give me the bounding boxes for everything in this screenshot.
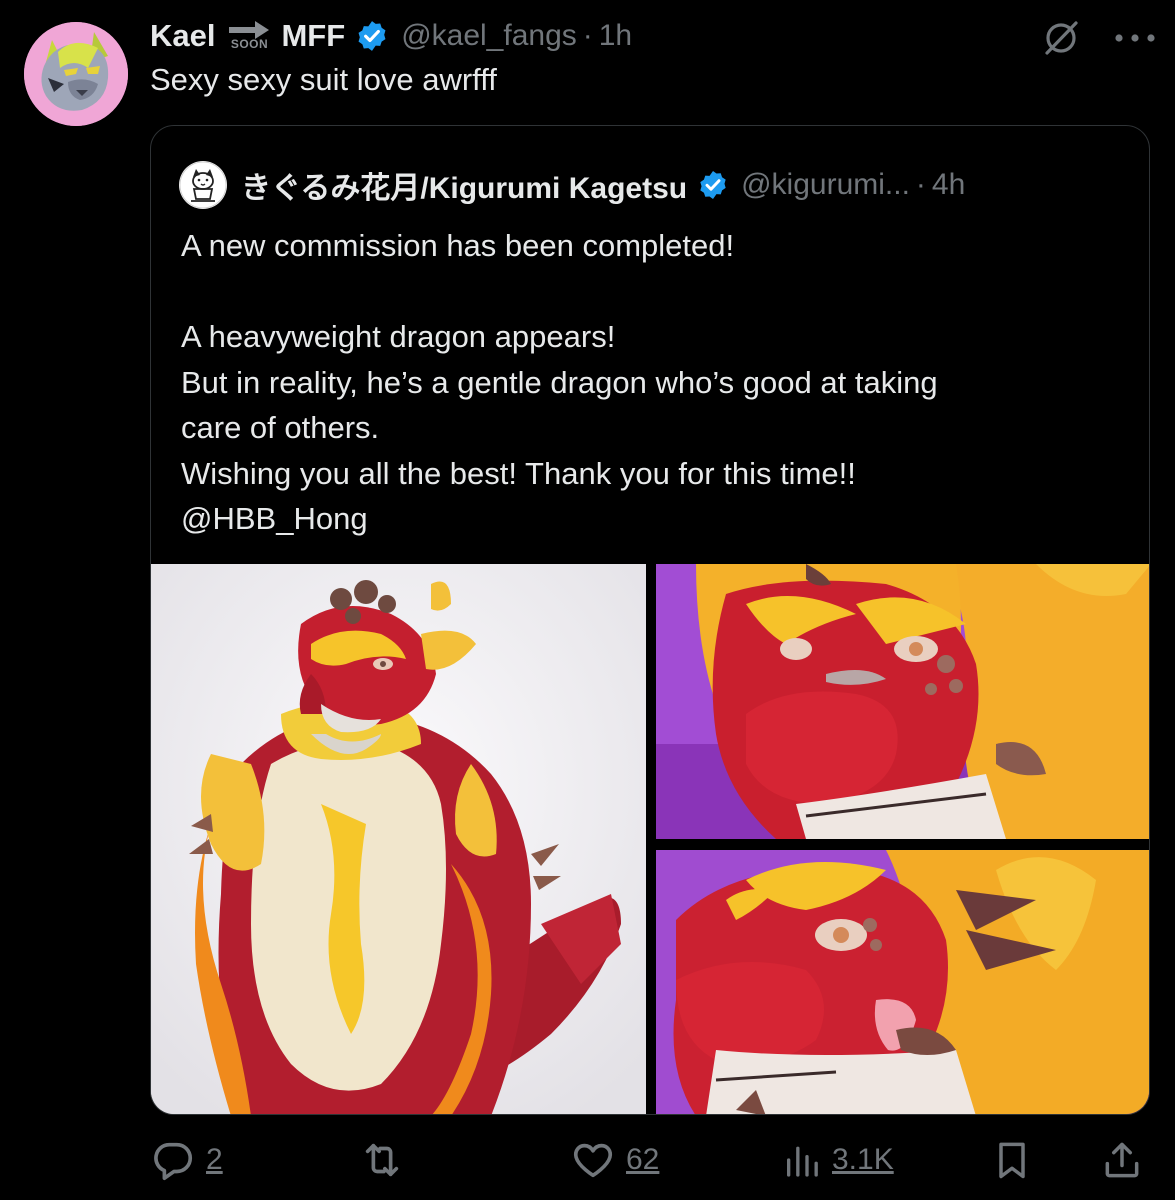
top-actions	[1039, 16, 1157, 60]
author-name[interactable]: Kael	[150, 18, 215, 54]
separator-dot: ·	[915, 168, 926, 201]
media-image-tongue-closeup[interactable]	[656, 850, 1149, 1114]
quoted-header: きぐるみ花月/Kigurumi Kagetsu @kigurumi... · 4…	[179, 161, 965, 209]
wolf-avatar-icon	[24, 22, 128, 126]
verified-badge-icon	[358, 21, 386, 51]
share-icon	[1105, 1142, 1139, 1178]
reply-icon	[154, 1142, 193, 1181]
quoted-line: A new commission has been completed!	[181, 228, 735, 263]
media-image-full-body[interactable]	[151, 564, 646, 1114]
quoted-line: Wishing you all the best! Thank you for …	[181, 455, 856, 491]
dragon-face-photo	[656, 564, 1149, 839]
cat-mascot-icon	[179, 161, 227, 209]
media-image-face-closeup[interactable]	[656, 564, 1149, 839]
bookmark-button[interactable]	[990, 1132, 1034, 1188]
like-button[interactable]: 62	[570, 1132, 659, 1188]
quoted-time[interactable]: 4h	[932, 168, 965, 202]
verified-badge-icon	[700, 171, 726, 199]
author-handle[interactable]: @kael_fangs	[401, 19, 577, 53]
more-icon[interactable]	[1113, 16, 1157, 60]
quoted-line: A heavyweight dragon appears!	[181, 319, 616, 354]
author-name-suffix[interactable]: MFF	[281, 18, 345, 54]
quoted-handle[interactable]: @kigurumi...	[741, 168, 910, 202]
views-count: 3.1K	[832, 1143, 894, 1176]
quoted-author-name[interactable]: きぐるみ花月/Kigurumi Kagetsu	[241, 163, 687, 207]
quoted-line: care of others.	[181, 410, 380, 445]
author-avatar[interactable]	[24, 22, 128, 126]
soon-label: SOON	[230, 37, 269, 51]
soon-badge: SOON	[225, 21, 273, 51]
reply-count: 2	[206, 1143, 223, 1176]
post-header: Kael SOON MFF @kael_fangs · 1h	[150, 14, 632, 58]
quoted-line: But in reality, he’s a gentle dragon who…	[181, 364, 938, 400]
repost-icon	[365, 1143, 399, 1177]
views-button[interactable]: 3.1K	[782, 1132, 894, 1188]
heart-icon	[573, 1143, 613, 1178]
dragon-fullbody-photo	[151, 564, 646, 1114]
post-time[interactable]: 1h	[599, 19, 632, 53]
action-bar: 2 62 3.1K	[150, 1132, 1145, 1188]
bookmark-icon	[999, 1142, 1025, 1179]
quoted-text: A new commission has been completed! A h…	[181, 223, 1121, 542]
analytics-icon	[787, 1146, 818, 1177]
repost-button[interactable]	[358, 1132, 406, 1188]
post-text: Sexy sexy suit love awrfff	[150, 62, 497, 97]
reply-button[interactable]: 2	[150, 1132, 223, 1188]
quoted-mention[interactable]: @HBB_Hong	[181, 496, 1121, 542]
separator-dot: ·	[582, 19, 593, 52]
like-count: 62	[626, 1143, 660, 1176]
quoted-blank-line	[181, 269, 1121, 315]
share-button[interactable]	[1100, 1132, 1144, 1188]
grok-icon[interactable]	[1039, 16, 1083, 60]
quoted-post[interactable]: きぐるみ花月/Kigurumi Kagetsu @kigurumi... · 4…	[150, 125, 1150, 1115]
media-grid	[151, 564, 1149, 1114]
dragon-tongue-photo	[656, 850, 1149, 1114]
quoted-avatar[interactable]	[179, 161, 227, 209]
